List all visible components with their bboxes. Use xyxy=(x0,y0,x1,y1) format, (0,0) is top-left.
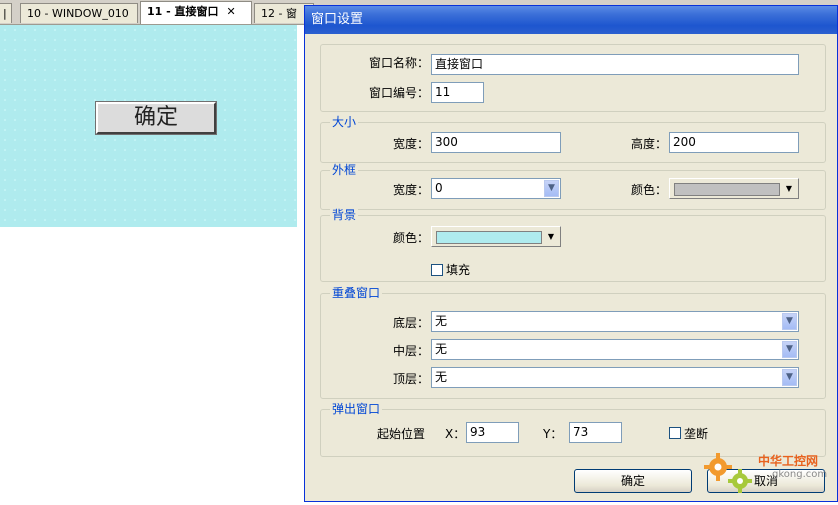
height-input[interactable]: 200 xyxy=(669,132,799,153)
middle-layer-select[interactable]: 无 ▼ xyxy=(431,339,799,360)
background-color-label: 颜色： xyxy=(392,231,429,245)
watermark-url: gkong.com xyxy=(772,469,828,480)
frame-group-title: 外框 xyxy=(330,163,359,177)
close-icon[interactable]: ✕ xyxy=(227,5,236,18)
group-overlap: 重叠窗口 底层： 无 ▼ 中层： 无 ▼ 顶层： 无 ▼ xyxy=(320,286,826,399)
fill-checkbox[interactable] xyxy=(431,264,443,276)
watermark-logo: 中华工控网 gkong.com xyxy=(700,447,838,502)
tab-label: 11 - 直接窗口 xyxy=(147,5,219,18)
bottom-layer-value: 无 xyxy=(435,314,448,328)
window-name-label: 窗口名称： xyxy=(368,56,429,70)
middle-layer-value: 无 xyxy=(435,342,448,356)
dialog-title: 窗口设置 xyxy=(305,6,837,34)
tab-label: 12 - 窗 xyxy=(261,7,297,20)
tab-window-11[interactable]: 11 - 直接窗口 ✕ xyxy=(140,1,252,24)
group-background: 背景 颜色： ▼ 填充 xyxy=(320,208,826,282)
tab-prev-partial[interactable]: | xyxy=(0,3,12,23)
chevron-down-icon[interactable]: ▼ xyxy=(782,369,797,386)
modal-label: 垄断 xyxy=(684,427,709,441)
window-canvas[interactable]: 确定 xyxy=(0,25,297,227)
y-label: Y： xyxy=(543,427,563,441)
top-layer-label: 顶层： xyxy=(392,372,429,386)
modal-checkbox[interactable] xyxy=(669,427,681,439)
tab-label: 10 - WINDOW_010 xyxy=(27,7,129,20)
chevron-down-icon[interactable]: ▼ xyxy=(782,313,797,330)
y-position-input[interactable]: 73 xyxy=(569,422,622,443)
height-label: 高度： xyxy=(630,137,667,151)
background-color-picker[interactable]: ▼ xyxy=(431,226,561,247)
fill-label: 填充 xyxy=(446,263,471,277)
overlap-group-title: 重叠窗口 xyxy=(330,286,383,300)
frame-width-label: 宽度： xyxy=(392,183,429,197)
chevron-down-icon[interactable]: ▼ xyxy=(782,341,797,358)
window-number-input[interactable]: 11 xyxy=(431,82,484,103)
group-size: 大小 宽度： 300 高度： 200 xyxy=(320,115,826,163)
frame-width-select[interactable]: 0 ▼ xyxy=(431,178,561,199)
window-settings-dialog: 窗口设置 窗口名称： 直接窗口 窗口编号： 11 大小 宽度： 300 高度： … xyxy=(304,5,838,502)
bottom-layer-label: 底层： xyxy=(392,316,429,330)
popup-group-title: 弹出窗口 xyxy=(330,402,383,416)
group-general: 窗口名称： 直接窗口 窗口编号： 11 xyxy=(320,44,826,112)
background-group-title: 背景 xyxy=(330,208,359,222)
start-position-label: 起始位置 xyxy=(377,427,426,441)
chevron-down-icon[interactable]: ▼ xyxy=(544,180,559,197)
canvas-confirm-button[interactable]: 确定 xyxy=(95,101,217,135)
middle-layer-label: 中层： xyxy=(392,344,429,358)
width-label: 宽度： xyxy=(392,137,429,151)
x-position-input[interactable]: 93 xyxy=(466,422,519,443)
tab-window-10[interactable]: 10 - WINDOW_010 xyxy=(20,3,138,23)
bottom-layer-select[interactable]: 无 ▼ xyxy=(431,311,799,332)
frame-color-picker[interactable]: ▼ xyxy=(669,178,799,199)
dropdown-arrow-icon[interactable]: ▼ xyxy=(544,229,558,244)
width-input[interactable]: 300 xyxy=(431,132,561,153)
top-layer-value: 无 xyxy=(435,370,448,384)
background-color-swatch xyxy=(436,231,542,244)
frame-color-label: 颜色： xyxy=(630,183,667,197)
x-label: X： xyxy=(445,427,466,441)
frame-width-value: 0 xyxy=(435,181,443,195)
window-name-input[interactable]: 直接窗口 xyxy=(431,54,799,75)
ok-button[interactable]: 确定 xyxy=(574,469,692,493)
top-layer-select[interactable]: 无 ▼ xyxy=(431,367,799,388)
dropdown-arrow-icon[interactable]: ▼ xyxy=(782,181,796,196)
frame-color-swatch xyxy=(674,183,780,196)
size-group-title: 大小 xyxy=(330,115,359,129)
window-number-label: 窗口编号： xyxy=(368,86,429,100)
watermark-text: 中华工控网 xyxy=(758,454,819,468)
gear-icon xyxy=(704,453,752,493)
group-frame: 外框 宽度： 0 ▼ 颜色： ▼ xyxy=(320,163,826,210)
